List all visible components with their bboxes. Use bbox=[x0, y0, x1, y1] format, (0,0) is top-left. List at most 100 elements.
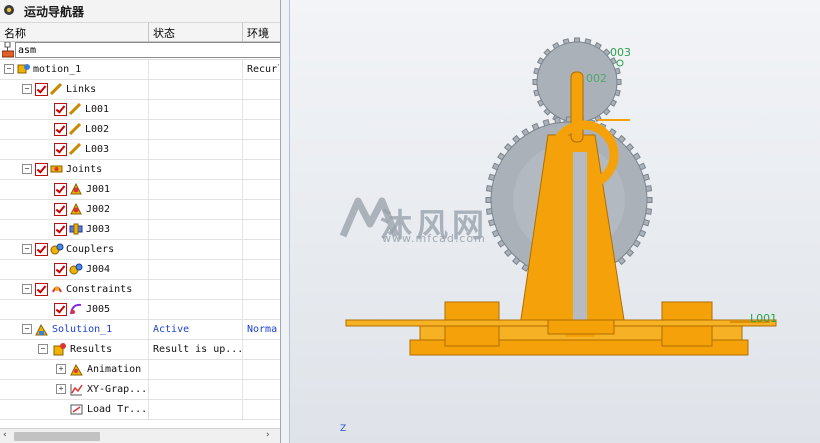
watermark-url: www.mfcad.com bbox=[382, 232, 486, 245]
tree-row-constraint[interactable]: J005 bbox=[0, 300, 280, 320]
collapse-toggle[interactable]: − bbox=[4, 64, 14, 74]
visibility-checkbox[interactable] bbox=[54, 303, 67, 316]
tree-label: Constraints bbox=[66, 284, 133, 295]
horizontal-scrollbar[interactable]: ‹ › bbox=[0, 428, 280, 443]
tree-row-motion[interactable]: − motion_1 Recurl bbox=[0, 60, 280, 80]
link-icon bbox=[69, 143, 81, 155]
point-marker bbox=[616, 59, 624, 67]
collapse-toggle[interactable]: − bbox=[22, 284, 32, 294]
tree-label: Load Tr... bbox=[87, 404, 148, 415]
visibility-checkbox[interactable] bbox=[54, 203, 67, 216]
revolute-joint-icon bbox=[70, 202, 82, 215]
collapse-toggle[interactable]: − bbox=[22, 324, 32, 334]
wcs-triad-label: Z bbox=[340, 424, 347, 434]
solution-icon bbox=[35, 323, 48, 336]
gear-coupler-icon bbox=[69, 263, 83, 275]
visibility-checkbox[interactable] bbox=[35, 283, 48, 296]
column-status-header[interactable]: 状态 bbox=[153, 25, 175, 41]
tree-row-couplers[interactable]: − Couplers bbox=[0, 240, 280, 260]
assembly-icon bbox=[2, 42, 14, 58]
column-divider[interactable] bbox=[148, 23, 149, 41]
motion-sim-icon bbox=[17, 64, 30, 74]
tree-row-results[interactable]: − Results Result is up... bbox=[0, 340, 280, 360]
tree-row-links[interactable]: − Links bbox=[0, 80, 280, 100]
tree-row-solution[interactable]: − Solution_1 Active Norma bbox=[0, 320, 280, 340]
expand-toggle[interactable]: + bbox=[56, 384, 66, 394]
expand-toggle[interactable]: + bbox=[56, 364, 66, 374]
scroll-right-arrow-icon[interactable]: › bbox=[266, 430, 270, 440]
env-value: Recurl bbox=[247, 64, 279, 75]
tree-row-load-transfer[interactable]: Load Tr... bbox=[0, 400, 280, 420]
load-transfer-icon bbox=[70, 404, 83, 415]
tree-label: J004 bbox=[86, 264, 111, 275]
motion-navigator-icon bbox=[4, 5, 14, 15]
animation-icon bbox=[70, 363, 83, 376]
tree-label: XY-Grap... bbox=[87, 384, 148, 395]
revolute-joint-icon bbox=[70, 182, 82, 195]
tree-row-constraints[interactable]: − Constraints bbox=[0, 280, 280, 300]
results-icon bbox=[53, 343, 66, 356]
slider-joint-icon bbox=[69, 223, 83, 235]
assembly-row bbox=[0, 41, 280, 60]
tree-row-link[interactable]: L001 bbox=[0, 100, 280, 120]
navigator-title: 运动导航器 bbox=[24, 5, 85, 19]
visibility-checkbox[interactable] bbox=[35, 163, 48, 176]
column-name-header[interactable]: 名称 bbox=[4, 25, 26, 41]
coupler-icon bbox=[50, 243, 64, 255]
tree-row-coupler[interactable]: J004 bbox=[0, 260, 280, 280]
collapse-toggle[interactable]: − bbox=[22, 84, 32, 94]
tree-label: Couplers bbox=[66, 244, 115, 255]
status-value: Result is up... bbox=[153, 344, 244, 355]
tree-row-animation[interactable]: + Animation bbox=[0, 360, 280, 380]
visibility-checkbox[interactable] bbox=[54, 123, 67, 136]
collapse-toggle[interactable]: − bbox=[22, 244, 32, 254]
tree-label: motion_1 bbox=[33, 64, 82, 75]
collapse-toggle[interactable]: − bbox=[38, 344, 48, 354]
curve-constraint-icon bbox=[70, 303, 82, 315]
tree-label: L002 bbox=[85, 124, 110, 135]
tree-row-joint[interactable]: J002 bbox=[0, 200, 280, 220]
visibility-checkbox[interactable] bbox=[54, 263, 67, 276]
navigator-tree: − motion_1 Recurl − Links L001 L0 bbox=[0, 60, 280, 420]
tree-row-link[interactable]: L002 bbox=[0, 120, 280, 140]
link-icon bbox=[50, 83, 62, 95]
status-value: Active bbox=[153, 324, 190, 335]
collapse-toggle[interactable]: − bbox=[22, 164, 32, 174]
slider-inner bbox=[573, 152, 587, 330]
navigator-titlebar: 运动导航器 bbox=[0, 0, 280, 22]
scroll-left-arrow-icon[interactable]: ‹ bbox=[3, 430, 7, 440]
tree-label: J002 bbox=[86, 204, 111, 215]
part-label-002: 002 bbox=[586, 72, 607, 85]
visibility-checkbox[interactable] bbox=[54, 223, 67, 236]
link-icon bbox=[69, 123, 81, 135]
tree-label: Links bbox=[66, 84, 97, 95]
graphics-viewport[interactable]: 沐风网 www.mfcad.com 003 002 L001 Z bbox=[290, 0, 820, 443]
visibility-checkbox[interactable] bbox=[54, 103, 67, 116]
env-value: Norma bbox=[247, 324, 278, 335]
visibility-checkbox[interactable] bbox=[35, 243, 48, 256]
assembly-name-field[interactable] bbox=[15, 42, 280, 58]
tree-row-link[interactable]: L003 bbox=[0, 140, 280, 160]
link-label-l001: L001 bbox=[750, 312, 778, 325]
tree-row-joint[interactable]: J003 bbox=[0, 220, 280, 240]
tree-row-xy-graph[interactable]: + XY-Grap... bbox=[0, 380, 280, 400]
visibility-checkbox[interactable] bbox=[35, 83, 48, 96]
slider-foot bbox=[547, 319, 615, 335]
tree-label: Joints bbox=[66, 164, 103, 175]
joint-icon bbox=[50, 165, 63, 173]
tree-label: J003 bbox=[86, 224, 111, 235]
xy-graph-icon bbox=[70, 384, 83, 396]
column-header: 名称 状态 环境 bbox=[0, 22, 280, 42]
visibility-checkbox[interactable] bbox=[54, 143, 67, 156]
tree-row-joint[interactable]: J001 bbox=[0, 180, 280, 200]
constraint-icon bbox=[52, 286, 62, 293]
tree-row-joints[interactable]: − Joints bbox=[0, 160, 280, 180]
visibility-checkbox[interactable] bbox=[54, 183, 67, 196]
tree-label: J005 bbox=[86, 304, 111, 315]
tree-label: L003 bbox=[85, 144, 110, 155]
panel-splitter[interactable] bbox=[281, 0, 290, 443]
column-env-header[interactable]: 环境 bbox=[247, 25, 269, 41]
scrollbar-thumb[interactable] bbox=[14, 432, 100, 441]
tree-label: Solution_1 bbox=[52, 324, 113, 335]
column-divider[interactable] bbox=[242, 23, 243, 41]
